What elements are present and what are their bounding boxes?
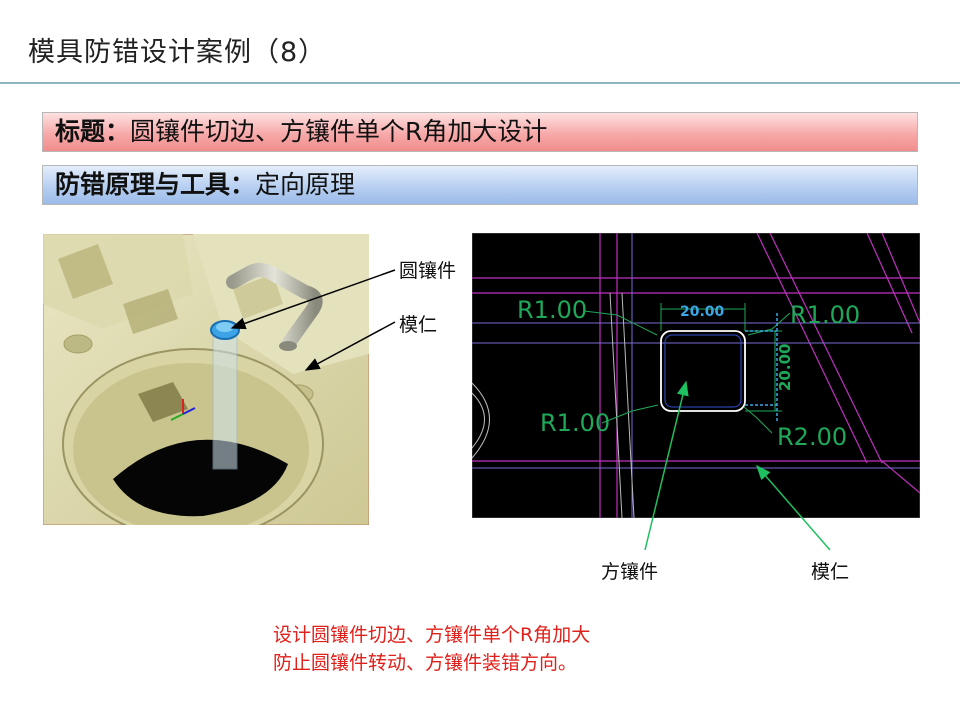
cad-dim-r-bottom-left: R1.00 — [540, 409, 610, 437]
cad-dim-horizontal: 20.00 — [680, 304, 725, 320]
cad-dim-r-bottom-right: R2.00 — [777, 423, 847, 451]
cad-dim-vertical: 20.00 — [776, 344, 794, 391]
case-title-bar: 标题：圆镶件切边、方镶件单个R角加大设计 — [42, 112, 918, 152]
callout-round-insert: 圆镶件 — [399, 260, 457, 282]
principle-bar: 防错原理与工具：定向原理 — [42, 165, 918, 205]
cad-dim-r-top-left: R1.00 — [517, 296, 587, 324]
case-title-label: 标题： — [55, 117, 131, 146]
cad-drawing: R1.00 R1.00 R1.00 R2.00 20.00 20.00 — [472, 233, 920, 518]
mold-3d-render — [43, 234, 369, 525]
callout-core-right: 模仁 — [811, 561, 850, 583]
callout-square-insert: 方镶件 — [601, 561, 659, 583]
case-title-text: 圆镶件切边、方镶件单个R角加大设计 — [130, 117, 548, 146]
principle-label: 防错原理与工具： — [55, 170, 256, 199]
title-divider — [0, 82, 960, 84]
annotation-line-1: 设计圆镶件切边、方镶件单个R角加大 — [273, 624, 591, 646]
cad-dim-r-top-right: R1.00 — [790, 301, 860, 329]
principle-text: 定向原理 — [255, 170, 356, 199]
annotation-line-2: 防止圆镶件转动、方镶件装错方向。 — [273, 652, 578, 674]
page-title: 模具防错设计案例（8） — [28, 37, 327, 68]
callout-core-left: 模仁 — [399, 314, 438, 336]
